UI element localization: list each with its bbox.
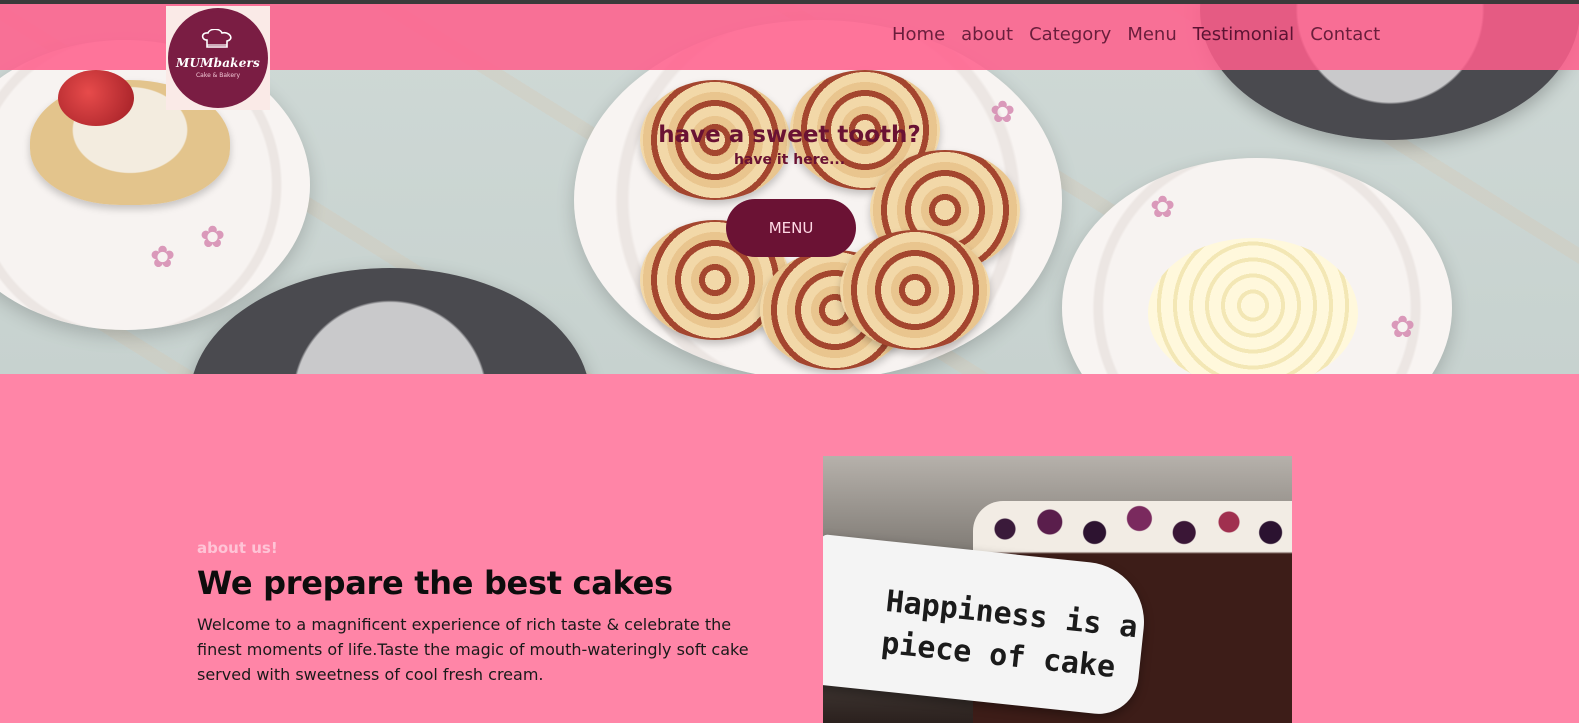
- hero-roll: [840, 230, 990, 350]
- flower-decoration: ✿: [1390, 310, 1416, 345]
- nav-menu-link[interactable]: Menu: [1127, 24, 1176, 45]
- chef-hat-icon: [201, 29, 232, 48]
- nav-contact-link[interactable]: Contact: [1310, 24, 1380, 45]
- hero-subtitle: have it here...: [733, 152, 846, 168]
- nav-about-link[interactable]: about: [961, 24, 1013, 45]
- about-section: about us! We prepare the best cakes Welc…: [0, 374, 1579, 723]
- flower-decoration: ✿: [150, 240, 176, 275]
- hero-strawberry: [58, 70, 134, 126]
- hero-text-block: have a sweet tooth? have it here...: [0, 122, 1579, 168]
- about-kicker: about us!: [197, 539, 278, 557]
- logo-name: MUMbakers: [175, 55, 261, 70]
- nav-links: Home about Category Menu Testimonial Con…: [892, 24, 1380, 45]
- nav-category-link[interactable]: Category: [1029, 24, 1111, 45]
- flower-decoration: ✿: [200, 220, 226, 255]
- photo-berries: [973, 494, 1292, 564]
- hero-menu-button[interactable]: MENU: [726, 199, 856, 257]
- site-logo[interactable]: MUMbakers Cake & Bakery: [166, 6, 270, 110]
- logo-tagline: Cake & Bakery: [195, 71, 241, 79]
- about-description: Welcome to a magnificent experience of r…: [197, 615, 749, 684]
- nav-testimonial-link[interactable]: Testimonial: [1193, 24, 1294, 45]
- about-cake-photo: Happiness is a piece of cake: [823, 456, 1292, 723]
- about-title: We prepare the best cakes: [197, 564, 673, 602]
- flower-decoration: ✿: [1150, 190, 1176, 225]
- logo-badge: MUMbakers Cake & Bakery: [171, 11, 265, 105]
- browser-top-edge: [0, 0, 1579, 4]
- nav-home-link[interactable]: Home: [892, 24, 945, 45]
- hero-title: have a sweet tooth?: [658, 122, 921, 148]
